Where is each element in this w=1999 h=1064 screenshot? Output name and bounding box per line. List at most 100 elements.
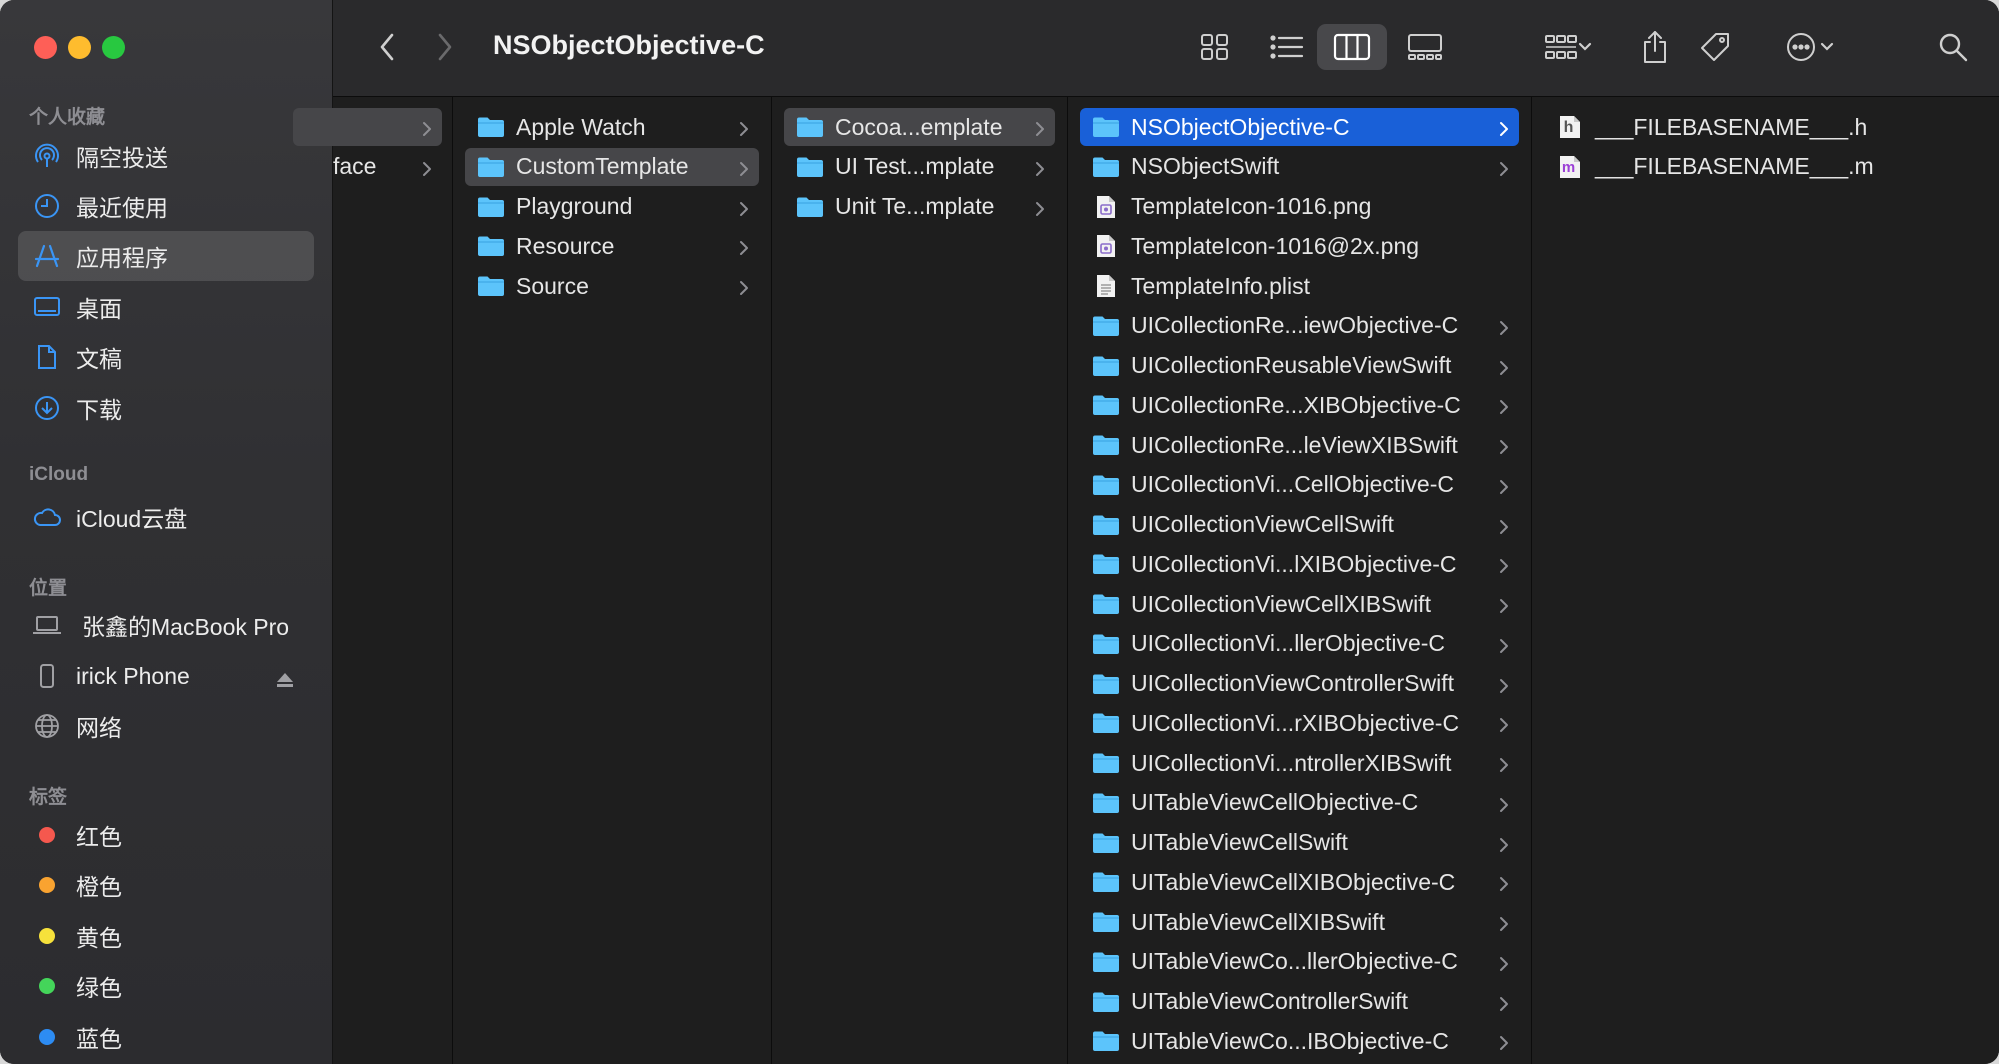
sidebar-item-recents[interactable]: 最近使用 [18,181,314,231]
share-button[interactable] [1633,24,1677,70]
close-button[interactable] [34,36,57,59]
action-button[interactable] [1777,24,1843,70]
column-view-button[interactable] [1317,24,1387,70]
folder-icon [1092,433,1120,457]
folder-item[interactable]: UICollectionVi...ntrollerXIBSwift [1080,744,1519,782]
folder-icon [1092,791,1120,815]
sidebar-item-label: 黄色 [76,925,122,951]
file-item[interactable]: TemplateInfo.plist [1080,267,1519,305]
folder-item[interactable]: UICollectionViewCellXIBSwift [1080,585,1519,623]
list-view-button[interactable] [1257,24,1317,70]
folder-item[interactable]: Cocoa...emplate [784,108,1055,146]
icon-view-button[interactable] [1185,24,1245,70]
column-4[interactable]: NSObjectObjective-C NSObjectSwift Template… [1068,97,1532,1064]
folder-item[interactable]: UICollectionRe...leViewXIBSwift [1080,426,1519,464]
tag-button[interactable] [1693,24,1737,70]
plist-file-icon [1092,274,1120,298]
folder-item[interactable]: UICollectionVi...lXIBObjective-C [1080,545,1519,583]
chevron-right-icon [1035,117,1045,144]
sidebar-item-phone[interactable]: irick Phone [18,651,314,701]
sidebar-item-desktop[interactable]: 桌面 [18,282,314,332]
folder-item[interactable]: face [293,148,442,186]
folder-item[interactable]: Resource [465,227,759,265]
item-label: UICollectionVi...lXIBObjective-C [1131,550,1457,577]
item-label: UITableViewCellXIBSwift [1131,908,1385,935]
sidebar-tag-orange[interactable]: 橙色 [18,860,314,910]
file-item[interactable]: TemplateIcon-1016@2x.png [1080,227,1519,265]
folder-item[interactable]: UITableViewCellXIBObjective-C [1080,863,1519,901]
minimize-button[interactable] [68,36,91,59]
folder-icon [1092,314,1120,338]
chevron-right-icon [1499,554,1509,581]
sidebar-tag-green[interactable]: 绿色 [18,961,314,1011]
sidebar-item-network[interactable]: 网络 [18,701,314,751]
phone-icon [32,661,62,691]
file-item[interactable]: h ___FILEBASENAME___.h [1544,108,1987,146]
column-3[interactable]: Cocoa...emplate UI Test...mplate Unit Te..… [772,97,1068,1064]
eject-icon[interactable] [276,667,294,694]
folder-item[interactable]: CustomTemplate [465,147,759,186]
window-controls [34,36,125,59]
zoom-button[interactable] [102,36,125,59]
folder-item[interactable]: UITableViewControllerSwift [1080,983,1519,1021]
folder-item[interactable]: UICollectionRe...iewObjective-C [1080,307,1519,345]
file-item[interactable]: m ___FILEBASENAME___.m [1544,148,1987,186]
folder-icon [1092,1029,1120,1053]
folder-item[interactable]: UICollectionVi...llerObjective-C [1080,625,1519,663]
folder-item[interactable]: UICollectionVi...rXIBObjective-C [1080,704,1519,742]
back-button[interactable] [369,24,405,70]
folder-icon [1092,354,1120,378]
column-5[interactable]: h ___FILEBASENAME___.h m ___FILEBASENAME___… [1532,97,1999,1064]
forward-button[interactable] [427,24,463,70]
gallery-view-button[interactable] [1395,24,1455,70]
chevron-right-icon [422,117,432,144]
folder-item[interactable]: UICollectionReusableViewSwift [1080,347,1519,385]
item-label: UITableViewCellObjective-C [1131,789,1419,816]
sidebar-item-macbook[interactable]: 张鑫的MacBook Pro [18,600,314,650]
grid-icon [1201,34,1228,60]
item-label: UITableViewControllerSwift [1131,988,1408,1014]
folder-item[interactable]: Unit Te...mplate [784,188,1055,226]
folder-item[interactable]: UITableViewCellObjective-C [1080,784,1519,822]
sidebar-item-downloads[interactable]: 下载 [18,383,314,433]
folder-item[interactable]: Apple Watch [465,108,759,146]
folder-item[interactable]: UITableViewCo...llerObjective-C [1080,943,1519,981]
item-label: UITableViewCo...IBObjective-C [1131,1027,1449,1054]
folder-item[interactable]: NSObjectSwift [1080,148,1519,186]
chevron-down-icon [1578,42,1592,51]
sidebar-item-icloud-drive[interactable]: iCloud云盘 [18,492,314,542]
chevron-right-icon [1499,594,1509,621]
folder-item[interactable]: Source [465,267,759,305]
item-label: UICollectionVi...ntrollerXIBSwift [1131,749,1452,776]
column-2[interactable]: Apple Watch CustomTemplate Playground Resou… [453,97,772,1064]
svg-text:h: h [1564,119,1574,136]
tags-header: 标签 [29,787,68,808]
column-1[interactable]: face [293,97,453,1064]
chevron-right-icon [1499,952,1509,979]
folder-item[interactable]: UICollectionVi...CellObjective-C [1080,466,1519,504]
folder-item[interactable]: UITableViewCo...IBObjective-C [1080,1022,1519,1060]
folder-item[interactable]: UICollectionViewCellSwift [1080,506,1519,544]
file-item[interactable]: TemplateIcon-1016.png [1080,188,1519,226]
folder-item[interactable]: UICollectionViewControllerSwift [1080,665,1519,703]
sidebar-tag-red[interactable]: 红色 [18,810,314,860]
folder-icon [796,115,824,139]
sidebar-item-documents[interactable]: 文稿 [18,332,314,382]
sidebar-tag-blue[interactable]: 蓝色 [18,1012,314,1062]
folder-item[interactable]: UITableViewCellSwift [1080,824,1519,862]
folder-icon [1092,552,1120,576]
sidebar-item-applications[interactable]: 应用程序 [18,231,314,281]
folder-item[interactable]: Playground [465,188,759,226]
download-icon [32,393,62,423]
folder-item[interactable] [293,108,442,146]
folder-item[interactable]: UITableViewCellXIBSwift [1080,903,1519,941]
clock-icon [32,191,62,221]
folder-item[interactable]: NSObjectObjective-C [1080,108,1519,146]
folder-item[interactable]: UICollectionRe...XIBObjective-C [1080,386,1519,424]
item-label: UICollectionReusableViewSwift [1131,352,1452,378]
group-button[interactable] [1535,24,1601,70]
sidebar-tag-yellow[interactable]: 黄色 [18,911,314,961]
folder-item[interactable]: UI Test...mplate [784,148,1055,186]
sidebar-item-airdrop[interactable]: 隔空投送 [18,131,314,181]
search-button[interactable] [1931,24,1975,70]
